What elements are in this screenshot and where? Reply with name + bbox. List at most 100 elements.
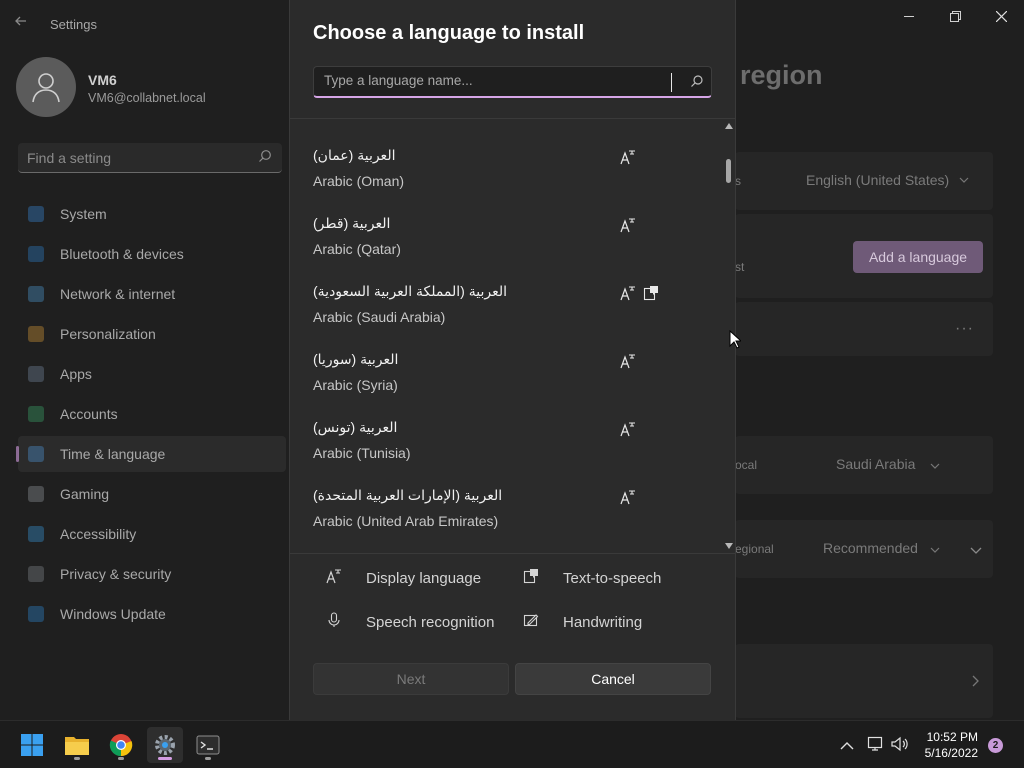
- nav-item-icon: [28, 326, 44, 342]
- language-search-input[interactable]: [324, 73, 664, 88]
- taskbar-file-explorer[interactable]: [59, 727, 95, 763]
- language-native-name: العربية (تونس): [313, 419, 398, 435]
- search-icon[interactable]: [690, 74, 704, 93]
- chevron-down-icon: [930, 542, 940, 560]
- more-options-icon[interactable]: ···: [955, 320, 974, 338]
- language-english-name: Arabic (Qatar): [313, 241, 401, 257]
- back-arrow-icon[interactable]: [14, 14, 32, 32]
- sidebar-item-label: Personalization: [60, 326, 156, 342]
- sidebar-item-system[interactable]: System: [18, 196, 286, 232]
- display-language-card: s English (United States): [735, 152, 993, 210]
- nav-item-icon: [28, 526, 44, 542]
- choose-language-dialog: Choose a language to install ... العربية…: [289, 0, 736, 720]
- language-english-name: Arabic (Saudi Arabia): [313, 309, 446, 325]
- language-list[interactable]: ... العربية (عمان)Arabic (Oman)العربية (…: [290, 118, 735, 554]
- regional-format-card: egional Recommended: [735, 520, 993, 578]
- clock-time[interactable]: 10:52 PM: [924, 730, 978, 744]
- display-language-icon: [326, 568, 354, 588]
- sidebar-item-label: Privacy & security: [60, 566, 172, 582]
- mouse-cursor-icon: [729, 329, 743, 354]
- language-list-item[interactable]: العربية (المملكة العربية السعودية) Arabic…: [290, 283, 720, 351]
- sidebar-item-personalization[interactable]: Personalization: [18, 316, 286, 352]
- user-name: VM6: [88, 72, 117, 88]
- language-list-item[interactable]: العربية (قطر) Arabic (Qatar): [290, 215, 720, 283]
- sidebar-item-label: Gaming: [60, 486, 110, 502]
- legend-label: Handwriting: [563, 613, 643, 631]
- regional-label-partial: egional: [735, 542, 774, 556]
- country-value[interactable]: Saudi Arabia: [836, 456, 915, 472]
- user-email: VM6@collabnet.local: [88, 91, 206, 105]
- taskbar-settings[interactable]: [147, 727, 183, 763]
- sidebar-item-label: Accounts: [60, 406, 118, 422]
- taskbar-chrome[interactable]: [103, 727, 139, 763]
- chevron-down-icon: [959, 172, 969, 190]
- taskbar-terminal[interactable]: [190, 727, 226, 763]
- scrollbar-thumb[interactable]: [726, 159, 731, 184]
- legend-label: Display language: [366, 569, 482, 587]
- find-setting-placeholder: Find a setting: [27, 150, 112, 166]
- start-button[interactable]: [14, 727, 50, 763]
- start-icon: [21, 734, 43, 756]
- scroll-down-arrow-icon[interactable]: [725, 543, 733, 549]
- restore-button[interactable]: [932, 0, 978, 32]
- handwriting-icon: [523, 612, 551, 632]
- nav-item-icon: [28, 246, 44, 262]
- sidebar-item-accounts[interactable]: Accounts: [18, 396, 286, 432]
- legend-label: Speech recognition: [366, 613, 495, 631]
- page-title-partial: region: [740, 60, 823, 90]
- find-setting-input[interactable]: Find a setting: [18, 143, 282, 173]
- language-list-item[interactable]: العربية (الإمارات العربية المتحدة) Arabic…: [290, 487, 720, 553]
- search-icon: [258, 149, 272, 168]
- sidebar-item-accessibility[interactable]: Accessibility: [18, 516, 286, 552]
- partial-list-item: ...: [313, 119, 324, 120]
- language-native-name: العربية (سوريا): [313, 351, 399, 367]
- sidebar-item-label: Bluetooth & devices: [60, 246, 184, 262]
- taskbar: 10:52 PM 5/16/2022 2: [0, 720, 1024, 768]
- expand-chevron-icon[interactable]: [970, 542, 982, 560]
- avatar[interactable]: [16, 57, 76, 117]
- running-indicator: [205, 757, 211, 760]
- chevron-right-icon[interactable]: [971, 674, 979, 692]
- language-native-name: العربية (الإمارات العربية المتحدة): [313, 487, 503, 503]
- legend-text-to-speech: Text-to-speech: [523, 568, 661, 588]
- language-list-item[interactable]: العربية (عمان) Arabic (Oman): [290, 147, 720, 215]
- display-language-icon: [620, 353, 638, 371]
- sidebar-item-gaming[interactable]: Gaming: [18, 476, 286, 512]
- windows-display-language-value[interactable]: English (United States): [806, 172, 949, 188]
- language-english-name: Arabic (Syria): [313, 377, 398, 393]
- legend-display-language: Display language: [326, 568, 481, 588]
- add-language-button[interactable]: Add a language: [853, 241, 983, 273]
- related-setting-card: [735, 644, 993, 718]
- nav-item-icon: [28, 486, 44, 502]
- minimize-button[interactable]: [886, 0, 932, 32]
- scroll-up-arrow-icon[interactable]: [725, 123, 733, 129]
- language-search-box[interactable]: [313, 66, 712, 98]
- language-english-name: Arabic (Oman): [313, 173, 405, 189]
- next-button[interactable]: Next: [313, 663, 509, 695]
- clock-date[interactable]: 5/16/2022: [916, 746, 978, 760]
- show-hidden-icons-chevron-icon[interactable]: [840, 738, 854, 756]
- language-native-name: العربية (المملكة العربية السعودية): [313, 283, 507, 299]
- country-label-partial: ocal: [735, 458, 758, 472]
- sidebar-item-label: Apps: [60, 366, 92, 382]
- sidebar-item-privacy-security[interactable]: Privacy & security: [18, 556, 286, 592]
- file-explorer-icon: [65, 737, 89, 755]
- person-icon: [32, 73, 60, 103]
- sidebar-item-apps[interactable]: Apps: [18, 356, 286, 392]
- sidebar-item-windows-update[interactable]: Windows Update: [18, 596, 286, 632]
- language-list-item[interactable]: العربية (سوريا) Arabic (Syria): [290, 351, 720, 419]
- language-native-name: العربية (عمان): [313, 147, 396, 163]
- sidebar-item-time-language[interactable]: Time & language: [16, 436, 286, 472]
- volume-icon[interactable]: [891, 736, 909, 757]
- country-region-card: ocal Saudi Arabia: [735, 436, 993, 494]
- network-icon[interactable]: [866, 736, 884, 757]
- close-button[interactable]: [978, 0, 1024, 32]
- sidebar-item-network-internet[interactable]: Network & internet: [18, 276, 286, 312]
- cancel-button[interactable]: Cancel: [515, 663, 711, 695]
- notification-badge[interactable]: 2: [988, 738, 1003, 753]
- sidebar-item-bluetooth-devices[interactable]: Bluetooth & devices: [18, 236, 286, 272]
- language-list-item[interactable]: العربية (تونس) Arabic (Tunisia): [290, 419, 720, 487]
- regional-format-value[interactable]: Recommended: [823, 540, 918, 556]
- text-to-speech-icon: [643, 285, 661, 303]
- display-language-icon: [620, 217, 638, 235]
